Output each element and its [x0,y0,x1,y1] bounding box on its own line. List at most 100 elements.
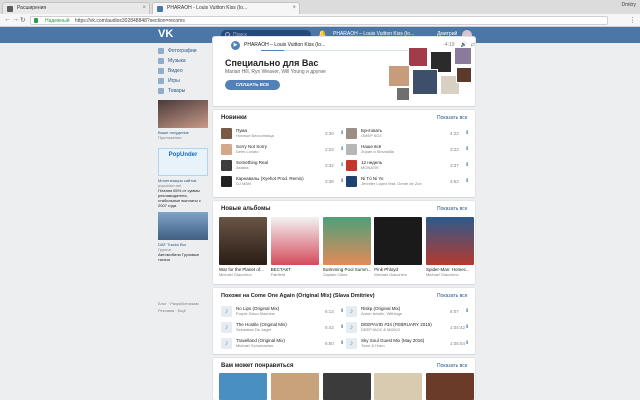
footer-link[interactable]: Блог [158,301,167,306]
video-icon [158,68,164,74]
track-artist[interactable]: Michael Schumacher [236,343,322,348]
recommended-cover[interactable] [426,373,474,400]
track-row[interactable]: Something Real Astana 3:32 ⬇ [221,158,346,172]
footer-link[interactable]: Реклама [158,308,174,313]
track-artist[interactable]: Purple Disco Machine [236,311,322,316]
address-bar[interactable]: Надежный https://vk.com/audios302848848?… [30,16,608,25]
similar-show-all[interactable]: Показать все [437,293,468,299]
track-artist[interactable]: Ночные Бессонница [236,133,322,138]
album-card[interactable]: War for the Planet of... Michael Giacchin… [219,217,267,277]
album-card[interactable]: Pink Phloyd Michael Giacchino [374,217,423,277]
similar-title: Похоже на Come One Again (Original Mix) … [221,293,375,299]
forward-icon[interactable]: → [12,16,19,23]
back-icon[interactable]: ← [4,16,11,23]
nav-label: Игры [168,78,180,84]
new-albums-show-all[interactable]: Показать все [437,206,468,212]
track-row[interactable]: Бунтовать ОМЕР КОЗ 4:22 ⬇ [346,126,471,140]
ad-block-1[interactable]: Ваше похудение Приложение [158,100,208,140]
track-duration: 3:22 [450,146,459,152]
music-note-icon: ♪ [221,321,232,333]
cover-collage[interactable] [388,47,472,101]
track-duration: 6:13 [325,308,334,314]
download-icon[interactable]: ⬇ [465,162,471,168]
track-artist[interactable]: MONATIK [361,165,447,170]
album-cover [426,217,474,265]
menu-icon[interactable]: ⋮ [629,16,636,24]
browser-tab-vk[interactable]: PHARAOH - Louis Vuitton Kiss (Io... × [152,2,300,14]
track-cover [221,175,232,187]
track-row[interactable]: Карнавалы (Xyehot Prod. Remix) DJ MAN 3:38… [221,174,346,188]
close-icon[interactable]: × [292,3,296,14]
album-artist[interactable]: Michael Giacchino [219,272,267,277]
album-artist[interactable]: Michael Giacchino [426,272,474,277]
ad-block-2[interactable]: PopUnder Монетизация сайтов popunder.net… [158,148,208,208]
album-cover [270,217,319,265]
footer-link[interactable]: Ещё [178,308,186,313]
footer-link[interactable]: Разработчикам [170,301,198,306]
secure-label: Надежный [45,18,70,24]
track-row[interactable]: ♪ No Lips (Original Mix) Purple Disco Mach… [221,304,346,318]
nav-item-photos[interactable]: Фотографии [158,46,210,56]
track-artist[interactable]: DJ MAN [236,181,322,186]
track-row[interactable]: Пума Ночные Бессонница 3:30 ⬇ [221,126,346,140]
download-icon[interactable]: ⬇ [465,146,471,152]
track-artist[interactable]: Jennifer Lopez feat. Gente de Zon [361,181,447,186]
track-artist[interactable]: ОМЕР КОЗ [361,133,447,138]
track-artist[interactable]: Sebastian De Jager [236,327,322,332]
recommended-cover[interactable] [374,373,423,400]
track-row[interactable]: ♪ DEEPAVID #34 (FEBRUARY 2015) DEEPJACK & … [346,320,471,334]
nav-item-video[interactable]: Видео [158,66,210,76]
track-artist[interactable]: Toxel & Holm [361,343,447,348]
track-row[interactable]: 12 недель MONATIK 3:37 ⬇ [346,158,471,172]
track-row[interactable]: ♪ Sky Soul Guest Mix (May 2016) Toxel & Ho… [346,336,471,350]
track-artist[interactable]: Astana [236,165,322,170]
special-title: Специально для Вас [225,58,319,68]
album-artist[interactable]: Michael Giacchino [374,272,422,277]
album-artist[interactable]: Captain Cities [323,272,371,277]
recommended-cover[interactable] [322,373,371,400]
special-subtitle: Marian Hill, Ryn Weaver, Will Young и др… [225,69,326,75]
track-cover [346,127,357,139]
download-icon[interactable]: ⬇ [465,324,471,330]
track-row[interactable]: ♪ Travelland (Original Mix) Michael Schuma… [221,336,346,350]
reload-icon[interactable]: ↻ [20,16,26,24]
track-artist[interactable]: Demi Lovato [236,149,322,154]
nav-item-music[interactable]: Музыка [158,56,210,66]
track-row[interactable]: Sorry Not Sorry Demi Lovato 2:23 ⬇ [221,142,346,156]
new-tracks-show-all[interactable]: Показать все [437,115,468,121]
track-row[interactable]: Ni Tú Ni Yo Jennifer Lopez feat. Gente de… [346,174,471,188]
lock-icon [34,18,38,23]
recommended-cover[interactable] [219,373,267,400]
browser-profile[interactable]: Dmitry [622,2,636,8]
browser-tab-extensions[interactable]: Расширения × [2,2,150,14]
download-icon[interactable]: ⬇ [465,340,471,346]
track-row[interactable]: ♪ The Hostile (Original Mix) Sebastian De … [221,320,346,334]
album-cover [374,217,423,265]
ad-text: Автомобили Грузовые тягачи [158,252,200,262]
track-row[interactable]: Наше всё Зорин и Slevadilla 3:22 ⬇ [346,142,471,156]
recommended-show-all[interactable]: Показать все [437,363,468,369]
close-icon[interactable]: × [142,3,146,14]
track-cover [221,159,232,171]
track-artist[interactable]: Anton Ishutin, Withings [361,311,447,316]
download-icon[interactable]: ⬇ [465,130,471,136]
album-artist[interactable]: Fairfield [271,272,319,277]
track-cover [346,159,357,171]
music-note-icon: ♪ [346,321,357,333]
recommended-cover[interactable] [270,373,319,400]
album-card[interactable]: ВЕСТАКТ Fairfield [270,217,319,277]
download-icon[interactable]: ⬇ [465,178,471,184]
track-row[interactable]: ♪ Riskp (Original Mix) Anton Ishutin, With… [346,304,471,318]
nav-item-games[interactable]: Игры [158,76,210,86]
album-card[interactable]: Spider-Man: Homec... Michael Giacchino [426,217,474,277]
album-card[interactable]: Swimming Pool Summ... Captain Cities [322,217,371,277]
play-icon[interactable]: ▶ [231,40,240,50]
music-note-icon: ♪ [346,337,357,349]
ad-block-3[interactable]: DAF Tracks Bor Группа Автомобили Грузовы… [158,212,208,262]
track-artist[interactable]: DEEPJACK & MIDKO [361,327,447,332]
nav-item-goods[interactable]: Товары [158,86,210,96]
vk-logo-icon[interactable]: VK [158,28,173,40]
track-artist[interactable]: Зорин и Slevadilla [361,149,447,154]
listen-all-button[interactable]: СЛУШАТЬ ВСЕ [225,80,280,90]
download-icon[interactable]: ⬇ [465,308,471,314]
